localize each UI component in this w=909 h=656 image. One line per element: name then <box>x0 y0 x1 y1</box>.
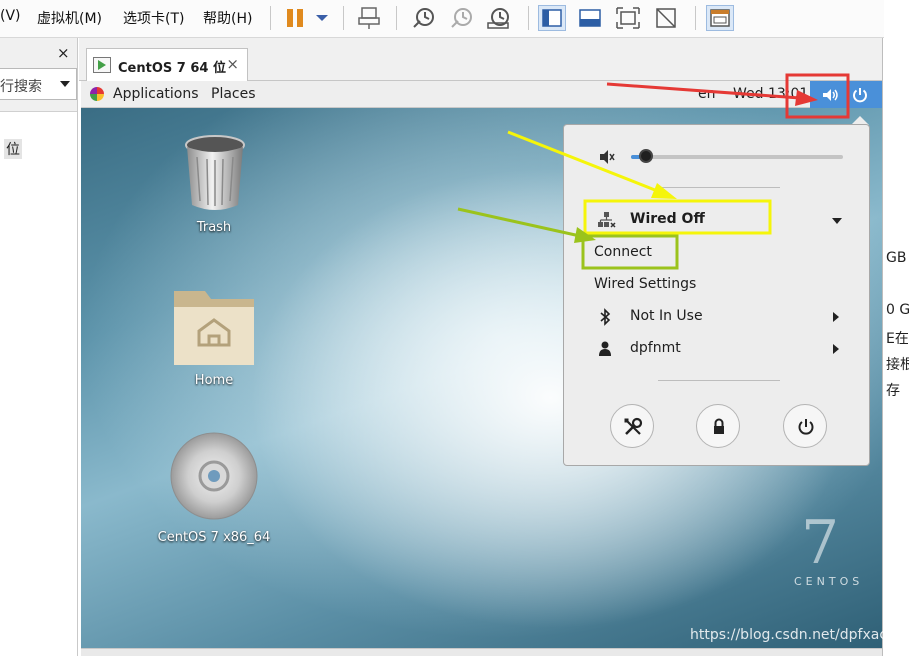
user-name-label: dpfnmt <box>630 340 681 356</box>
menu-tabs[interactable]: 选项卡(T) <box>123 8 184 28</box>
applications-icon <box>90 87 104 101</box>
snapshot-revert-icon[interactable] <box>448 5 476 31</box>
vm-status-strip <box>81 648 882 656</box>
volume-muted-icon <box>600 150 615 164</box>
power-icon <box>798 419 814 435</box>
menu-view[interactable]: (V) <box>0 8 21 24</box>
applications-menu[interactable]: Applications <box>113 86 199 102</box>
input-language-indicator[interactable]: en <box>698 86 716 102</box>
desktop-icon-label: CentOS 7 x86_64 <box>157 530 271 545</box>
wired-network-item[interactable]: Wired Off <box>564 207 869 233</box>
bluetooth-label: Not In Use <box>630 308 703 324</box>
user-item[interactable]: dpfnmt <box>564 336 869 362</box>
thumbnail-icon[interactable] <box>706 5 734 31</box>
library-panel: × 行搜索 位 <box>0 38 78 656</box>
pause-icon[interactable] <box>282 5 310 31</box>
toolbar-separator <box>343 6 344 30</box>
toolbar-separator <box>528 6 529 30</box>
library-view-icon[interactable] <box>538 5 566 31</box>
library-tree-item[interactable]: 位 <box>4 139 22 159</box>
vmware-menubar: (V) 虚拟机(M) 选项卡(T) 帮助(H) <box>0 0 884 38</box>
summary-line: E在位 <box>886 331 909 347</box>
toolbar-separator <box>695 6 696 30</box>
centos-brand-word: CENTOS <box>794 575 864 588</box>
watermark: https://blog.csdn.net/dpfxaca6 <box>690 627 905 643</box>
power-off-button[interactable] <box>783 404 827 448</box>
send-ctrl-alt-del-icon[interactable] <box>355 5 383 31</box>
system-menu: Wired Off Connect Wired Settings Not In … <box>563 124 870 466</box>
chevron-right-icon <box>833 344 839 354</box>
chevron-right-icon <box>833 312 839 322</box>
lock-button[interactable] <box>696 404 740 448</box>
menu-help[interactable]: 帮助(H) <box>203 8 252 28</box>
console-view-icon[interactable] <box>576 5 604 31</box>
wired-status-label: Wired Off <box>630 211 705 227</box>
menu-separator <box>656 187 780 188</box>
library-search-input[interactable]: 行搜索 <box>0 68 77 100</box>
centos-brand-mark: 7 <box>801 508 840 578</box>
volume-icon <box>823 89 838 101</box>
wired-network-off-icon <box>598 212 616 228</box>
vm-tab-label: CentOS 7 64 位 <box>118 61 226 76</box>
system-indicators[interactable] <box>810 81 882 108</box>
lock-icon <box>714 418 724 434</box>
clock[interactable]: Wed 13:01 <box>733 86 808 102</box>
wired-settings-item[interactable]: Wired Settings <box>564 272 869 298</box>
settings-icon <box>624 417 643 435</box>
summary-line: 存 <box>886 383 900 399</box>
bluetooth-item[interactable]: Not In Use <box>564 304 869 330</box>
vm-summary-panel: GB 0 GB E在位 接根 存 <box>882 38 909 656</box>
places-menu[interactable]: Places <box>211 86 256 102</box>
menu-separator <box>658 380 780 381</box>
summary-line: 0 GB <box>886 302 909 318</box>
volume-slider-handle[interactable] <box>638 149 653 163</box>
desktop-icon-label: Home <box>194 373 234 388</box>
toolbar-separator <box>270 6 271 30</box>
desktop-icon-label: Trash <box>196 220 232 235</box>
vm-tab-strip: CentOS 7 64 位 × <box>79 38 882 81</box>
connect-label: Connect <box>594 244 652 260</box>
snapshot-take-icon[interactable] <box>410 5 438 31</box>
toolbar-separator <box>396 6 397 30</box>
gnome-top-bar: Applications Places en Wed 13:01 <box>81 81 882 108</box>
snapshot-manager-icon[interactable] <box>485 5 513 31</box>
desktop-icon-trash[interactable]: Trash <box>149 133 279 268</box>
trash-icon <box>185 135 245 210</box>
home-folder-icon <box>174 291 254 365</box>
fullscreen-icon[interactable] <box>614 5 642 31</box>
wired-settings-label: Wired Settings <box>594 276 697 292</box>
unity-icon[interactable] <box>652 5 680 31</box>
bluetooth-icon <box>600 308 611 326</box>
vm-running-icon <box>93 57 111 73</box>
summary-line: 接根 <box>886 357 909 373</box>
library-close-button[interactable]: × <box>57 44 70 62</box>
power-icon <box>853 88 867 103</box>
optical-disc-icon <box>170 432 258 520</box>
vm-console[interactable]: Applications Places en Wed 13:01 Trash H… <box>81 81 882 648</box>
desktop-icon-home[interactable]: Home <box>149 283 279 418</box>
settings-button[interactable] <box>610 404 654 448</box>
dropdown-icon[interactable] <box>308 5 336 31</box>
chevron-down-icon <box>832 218 842 224</box>
volume-slider[interactable] <box>631 155 843 159</box>
library-tree: 位 <box>0 111 77 656</box>
menu-vm[interactable]: 虚拟机(M) <box>37 8 102 28</box>
library-search-placeholder: 行搜索 <box>0 79 42 95</box>
connect-item[interactable]: Connect <box>564 240 869 266</box>
user-icon <box>599 341 611 356</box>
close-icon[interactable]: × <box>226 55 239 73</box>
desktop-icon-disc[interactable]: CentOS 7 x86_64 <box>149 431 279 566</box>
summary-line: GB <box>886 250 907 266</box>
vm-tab[interactable]: CentOS 7 64 位 × <box>86 48 248 81</box>
chevron-down-icon[interactable] <box>60 81 70 87</box>
